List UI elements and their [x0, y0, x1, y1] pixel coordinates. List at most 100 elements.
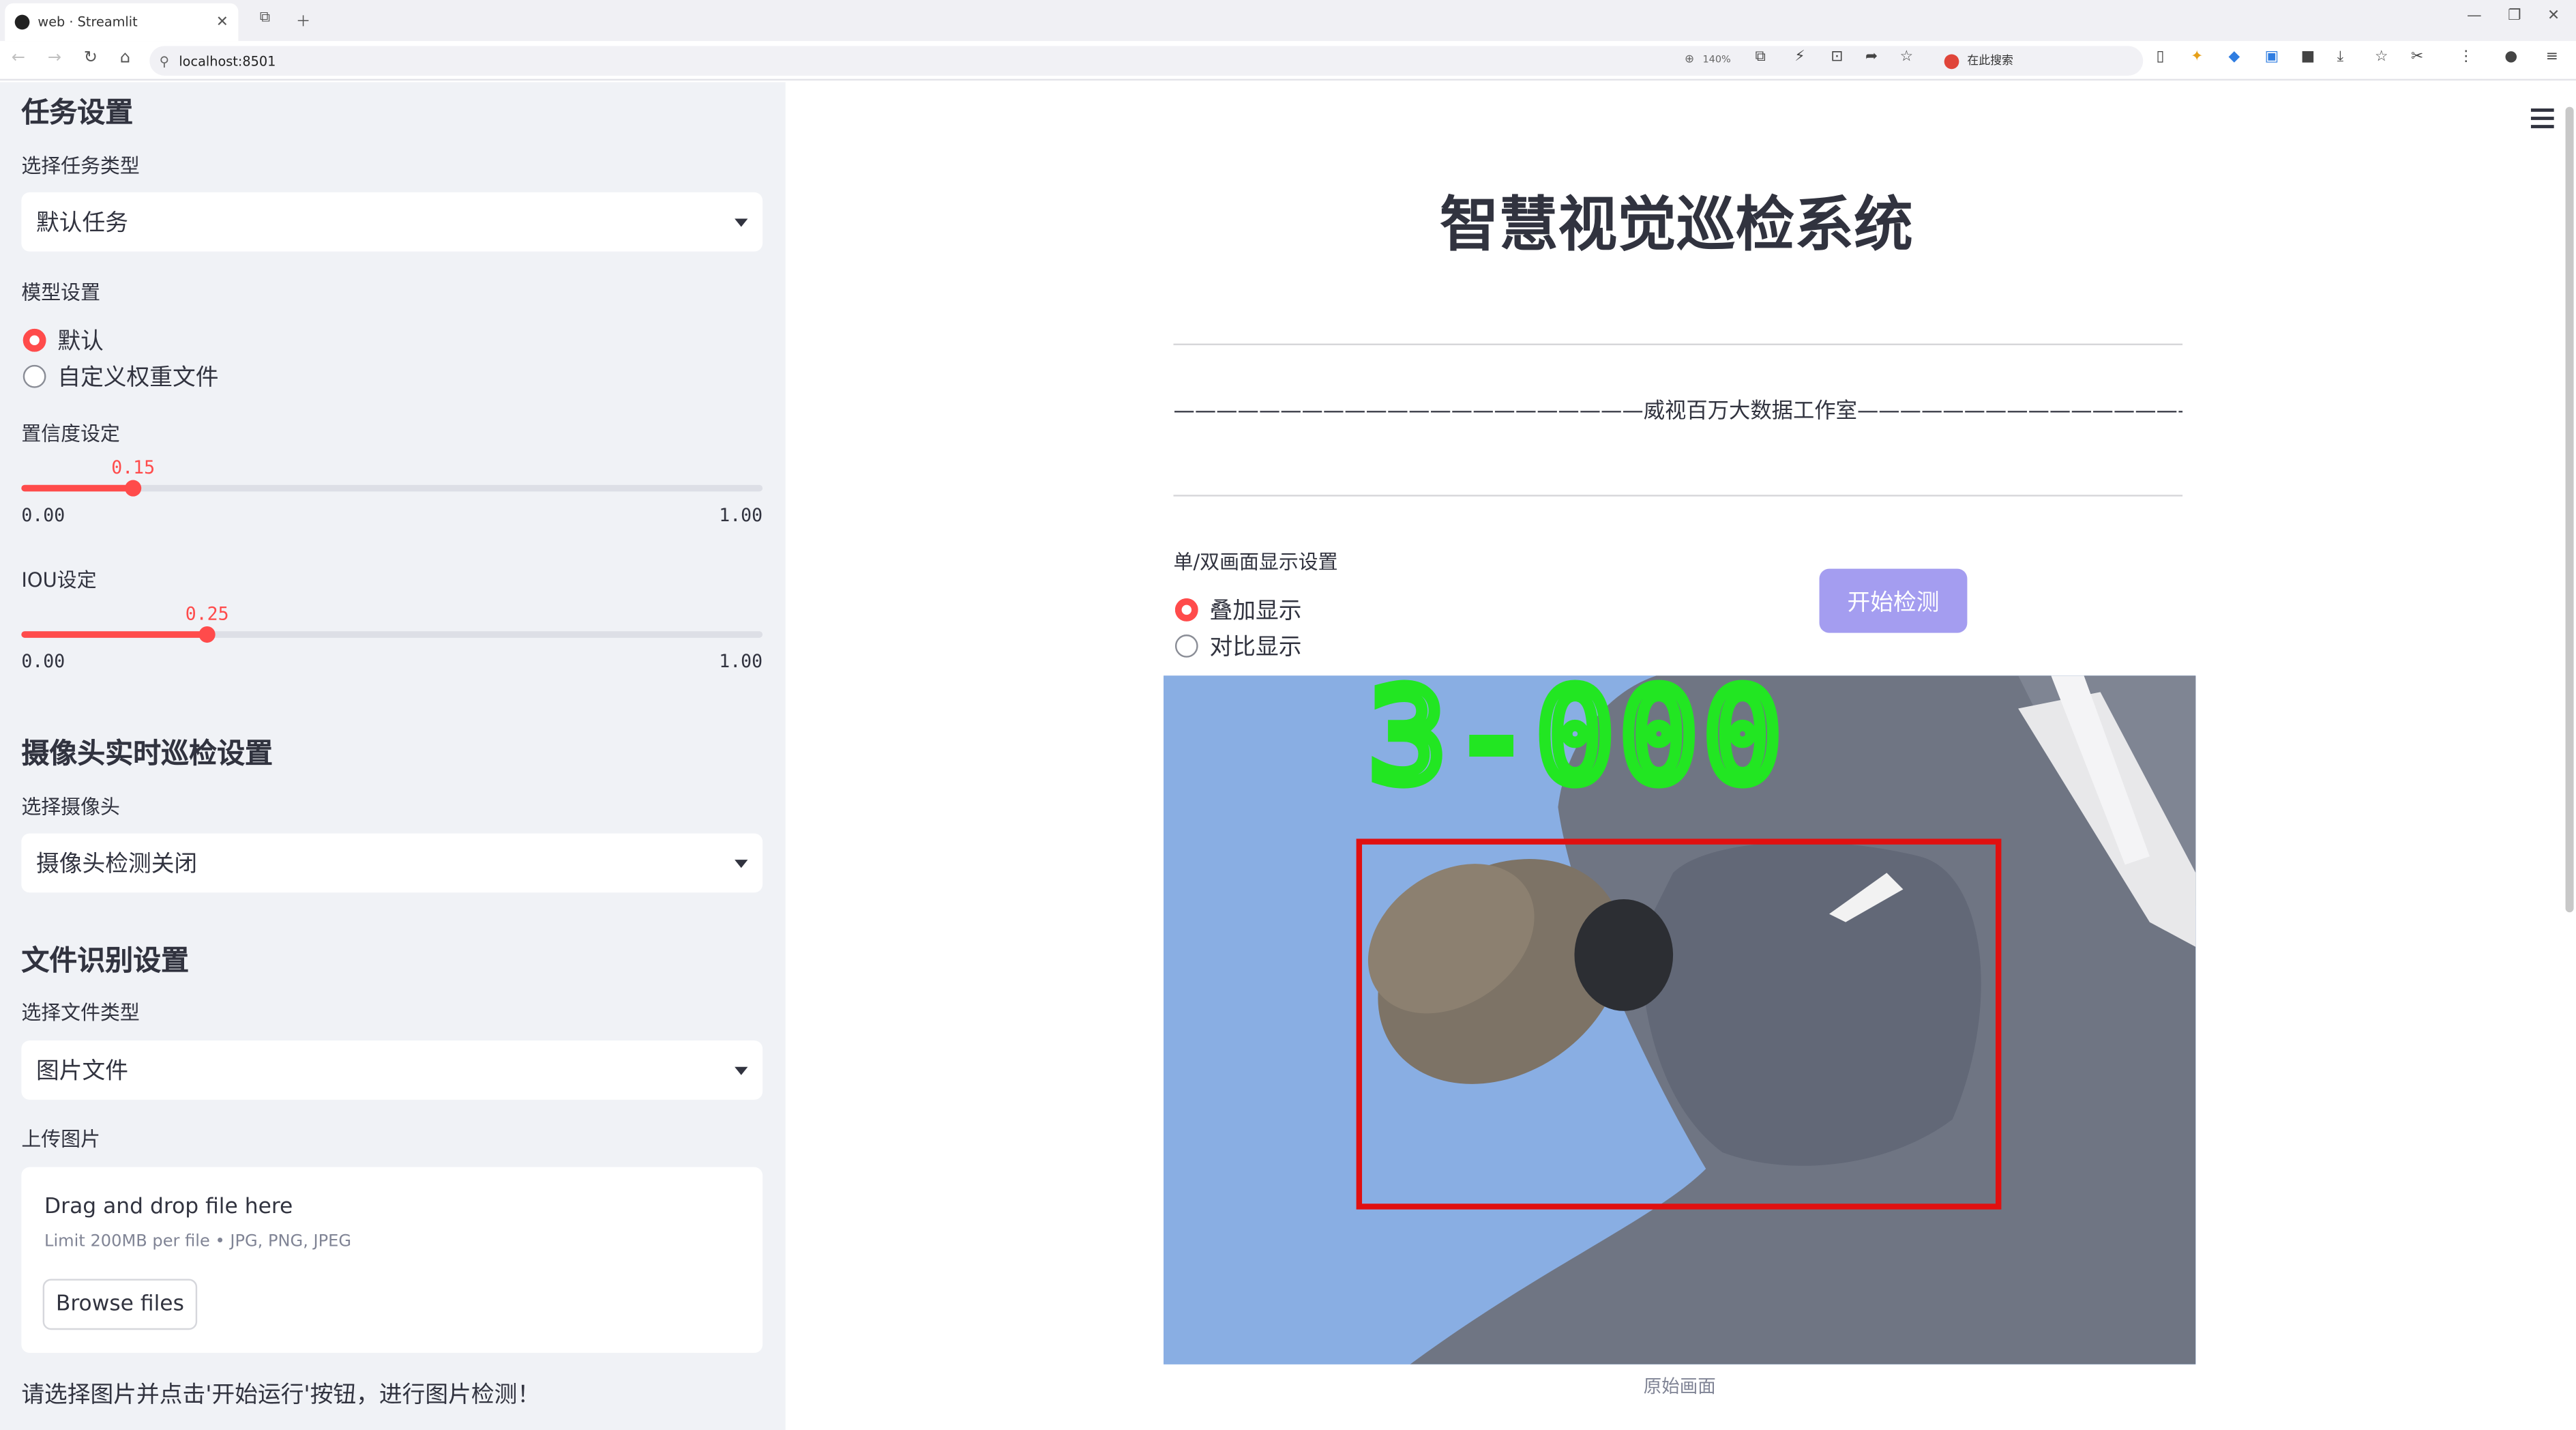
- file-settings-heading: 文件识别设置: [21, 945, 190, 978]
- tab-close-icon[interactable]: ✕: [216, 14, 228, 30]
- overlay-label: 3-000: [1369, 675, 1788, 811]
- camera-select-value: 摄像头检测关闭: [36, 851, 198, 878]
- detection-result-image: 3-000: [1164, 675, 2196, 1365]
- extension-tools-icon[interactable]: ▣: [2265, 49, 2279, 65]
- radio-selected-icon[interactable]: [23, 328, 46, 352]
- home-icon[interactable]: ⌂: [120, 49, 130, 68]
- site-info-icon[interactable]: ⚲: [160, 53, 169, 68]
- confidence-slider[interactable]: 0.15 0.00 1.00: [21, 457, 763, 527]
- slider-max: 1.00: [719, 651, 763, 673]
- zoom-icon[interactable]: ⊕: [1685, 53, 1694, 65]
- bolt-hole: [1574, 899, 1674, 1011]
- iou-slider[interactable]: 0.25 0.00 1.00: [21, 603, 763, 673]
- display-option-label: 叠加显示: [1209, 598, 1302, 625]
- scrollbar[interactable]: [2565, 106, 2574, 913]
- slider-thumb[interactable]: [198, 626, 216, 643]
- radio-selected-icon[interactable]: [1174, 598, 1198, 622]
- main-content: 智慧视觉巡检系统 ——————————————————————威视百万大数据工作…: [785, 82, 2576, 1430]
- share-icon[interactable]: ➦: [1865, 49, 1878, 65]
- zoom-level[interactable]: 140%: [1702, 55, 1730, 66]
- sidebar: 任务设置 选择任务类型 默认任务 模型设置 默认 自定义权重文件 置信度设定 0…: [0, 82, 786, 1430]
- display-option-overlay[interactable]: 叠加显示: [1174, 594, 1302, 626]
- browser-tab[interactable]: web · Streamlit ✕: [5, 3, 239, 42]
- slider-max: 1.00: [719, 504, 763, 527]
- reload-icon[interactable]: ↻: [84, 49, 98, 68]
- slider-fill: [21, 631, 207, 638]
- hamburger-menu-icon[interactable]: [2530, 108, 2554, 128]
- url-text: localhost:8501: [179, 53, 276, 68]
- upload-label: 上传图片: [21, 1127, 101, 1151]
- file-type-value: 图片文件: [36, 1058, 128, 1085]
- image-caption: 原始画面: [1643, 1375, 1716, 1397]
- camera-select[interactable]: 摄像头检测关闭: [21, 833, 763, 893]
- detection-image-svg: 3-000: [1164, 675, 2196, 1365]
- url-field[interactable]: ⚲ localhost:8501: [149, 46, 2144, 76]
- dropzone-limit: Limit 200MB per file • JPG, PNG, JPEG: [44, 1233, 352, 1251]
- browse-files-button[interactable]: Browse files: [42, 1279, 198, 1330]
- chevron-down-icon: [735, 218, 748, 227]
- page-title: 智慧视觉巡检系统: [1439, 192, 1913, 260]
- display-mode-label: 单/双画面显示设置: [1173, 551, 1338, 574]
- search-placeholder: 在此搜索: [1967, 54, 2013, 68]
- start-detection-button[interactable]: 开始检测: [1819, 568, 1968, 633]
- favorite-star-icon[interactable]: ☆: [1900, 49, 1913, 65]
- download-icon[interactable]: ⤓: [2337, 49, 2344, 65]
- profile-avatar-icon[interactable]: ●: [2504, 49, 2517, 65]
- radio-unselected-icon[interactable]: [23, 364, 46, 388]
- upload-hint: 请选择图片并点击'开始运行'按钮，进行图片检测！: [21, 1382, 541, 1409]
- address-bar: ← → ↻ ⌂ ⚲ localhost:8501 ⊕ 140%: [0, 41, 2576, 81]
- divider: [1173, 495, 2183, 497]
- more-menu-icon[interactable]: ⋮: [2459, 49, 2474, 65]
- nut-base: [1640, 842, 1981, 1166]
- extension-ai-icon[interactable]: ✦: [2191, 49, 2203, 65]
- restore-icon[interactable]: ❐: [2508, 8, 2521, 25]
- task-type-label: 选择任务类型: [21, 154, 140, 178]
- tab-groups-icon[interactable]: ⧉: [260, 10, 271, 26]
- model-option-label: 默认: [57, 328, 104, 355]
- browser-tab-bar: web · Streamlit ✕ ⧉ ＋ — ❐ ✕: [0, 0, 2576, 42]
- camera-select-label: 选择摄像头: [21, 796, 120, 819]
- slider-thumb[interactable]: [125, 480, 142, 497]
- display-option-compare[interactable]: 对比显示: [1174, 630, 1302, 662]
- iou-label: IOU设定: [21, 568, 97, 592]
- slider-min: 0.00: [21, 504, 65, 527]
- model-option-label: 自定义权重文件: [57, 364, 219, 392]
- browser-search-box[interactable]: 在此搜索: [1939, 48, 2136, 74]
- window-close-icon[interactable]: ✕: [2547, 8, 2560, 25]
- translate-icon[interactable]: ⧉: [1756, 49, 1766, 65]
- display-option-label: 对比显示: [1209, 634, 1302, 661]
- radio-unselected-icon[interactable]: [1174, 634, 1198, 658]
- browser-menu-icon[interactable]: ≡: [2546, 49, 2558, 65]
- bookmarks-icon[interactable]: ☆: [2375, 49, 2388, 65]
- file-type-select[interactable]: 图片文件: [21, 1040, 763, 1100]
- forward-icon[interactable]: →: [48, 49, 61, 68]
- model-settings-label: 模型设置: [21, 281, 101, 304]
- chevron-down-icon: [735, 1066, 748, 1075]
- extension-dark-icon[interactable]: ■: [2301, 49, 2315, 65]
- streamlit-favicon-icon: [14, 14, 30, 30]
- file-type-label: 选择文件类型: [21, 1001, 140, 1025]
- task-type-select[interactable]: 默认任务: [21, 192, 763, 252]
- extension-translate-icon[interactable]: ◆: [2229, 49, 2240, 65]
- back-icon[interactable]: ←: [12, 49, 25, 68]
- camera-settings-heading: 摄像头实时巡检设置: [21, 738, 273, 772]
- task-settings-heading: 任务设置: [21, 97, 134, 130]
- confidence-label: 置信度设定: [21, 422, 120, 446]
- file-dropzone[interactable]: Drag and drop file here Limit 200MB per …: [21, 1167, 763, 1353]
- model-option-custom[interactable]: 自定义权重文件: [23, 360, 219, 393]
- minimize-icon[interactable]: —: [2467, 8, 2482, 25]
- screenshot-icon[interactable]: ⊡: [1831, 49, 1843, 65]
- tab-title: web · Streamlit: [38, 14, 138, 30]
- model-option-default[interactable]: 默认: [23, 324, 104, 357]
- task-type-value: 默认任务: [36, 210, 128, 237]
- slider-value: 0.25: [185, 603, 229, 625]
- new-tab-icon[interactable]: ＋: [296, 10, 311, 31]
- divider: [1173, 343, 2183, 345]
- page-subtitle: ——————————————————————威视百万大数据工作室————————…: [1173, 399, 2183, 424]
- slider-min: 0.00: [21, 651, 65, 673]
- mobile-icon[interactable]: ▯: [2157, 49, 2165, 65]
- scissors-icon[interactable]: ✂: [2411, 49, 2423, 65]
- dropzone-title: Drag and drop file here: [44, 1195, 293, 1220]
- slider-fill: [21, 484, 134, 492]
- lightning-icon[interactable]: ⚡: [1794, 49, 1805, 65]
